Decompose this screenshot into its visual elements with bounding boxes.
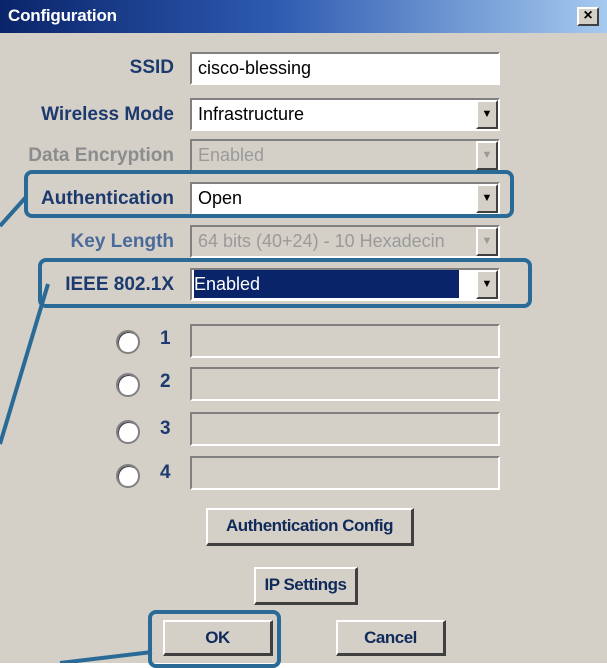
- key-1-field: [190, 324, 500, 358]
- key-3-field: [190, 412, 500, 446]
- authentication-label: Authentication: [41, 188, 174, 209]
- configuration-dialog: Configuration × SSID cisco-blessing Wire…: [0, 0, 607, 663]
- close-icon: ×: [583, 7, 593, 24]
- data-encryption-value: Enabled: [198, 145, 265, 165]
- key-1-radio[interactable]: [116, 330, 140, 354]
- data-encryption-label: Data Encryption: [28, 145, 174, 166]
- data-encryption-select: Enabled ▼: [190, 139, 500, 172]
- key-4-label: 4: [160, 462, 171, 483]
- window-title: Configuration: [8, 6, 117, 25]
- key-3-label: 3: [160, 418, 171, 439]
- ieee8021x-value: Enabled: [194, 270, 459, 298]
- key-4-radio[interactable]: [116, 464, 140, 488]
- chevron-down-icon: ▼: [476, 141, 498, 170]
- title-bar[interactable]: Configuration ×: [0, 0, 607, 33]
- key-length-select: 64 bits (40+24) - 10 Hexadecin ▼: [190, 225, 500, 258]
- authentication-value: Open: [198, 188, 243, 208]
- authentication-select[interactable]: Open ▼: [190, 182, 500, 215]
- key-3-radio[interactable]: [116, 420, 140, 444]
- wireless-mode-value: Infrastructure: [198, 104, 305, 124]
- key-2-label: 2: [160, 371, 171, 392]
- ssid-label: SSID: [129, 57, 174, 78]
- ieee8021x-select[interactable]: Enabled ▼: [190, 268, 500, 301]
- ssid-input[interactable]: cisco-blessing: [190, 52, 500, 85]
- chevron-down-icon[interactable]: ▼: [476, 184, 498, 213]
- chevron-down-icon[interactable]: ▼: [476, 270, 498, 299]
- key-length-label: Key Length: [70, 231, 174, 252]
- ok-button[interactable]: OK: [163, 620, 273, 656]
- key-4-field: [190, 456, 500, 490]
- key-2-radio[interactable]: [116, 373, 140, 397]
- wireless-mode-label: Wireless Mode: [41, 104, 174, 125]
- chevron-down-icon: ▼: [476, 227, 498, 256]
- key-length-value: 64 bits (40+24) - 10 Hexadecin: [198, 231, 445, 251]
- chevron-down-icon[interactable]: ▼: [476, 100, 498, 129]
- authentication-config-button[interactable]: Authentication Config: [206, 508, 414, 546]
- close-button[interactable]: ×: [577, 7, 599, 26]
- wireless-mode-select[interactable]: Infrastructure ▼: [190, 98, 500, 131]
- ieee8021x-label: IEEE 802.1X: [65, 274, 174, 295]
- ip-settings-button[interactable]: IP Settings: [254, 567, 358, 605]
- ssid-value: cisco-blessing: [198, 58, 312, 78]
- cancel-button[interactable]: Cancel: [336, 620, 446, 656]
- key-2-field: [190, 367, 500, 401]
- key-1-label: 1: [160, 328, 171, 349]
